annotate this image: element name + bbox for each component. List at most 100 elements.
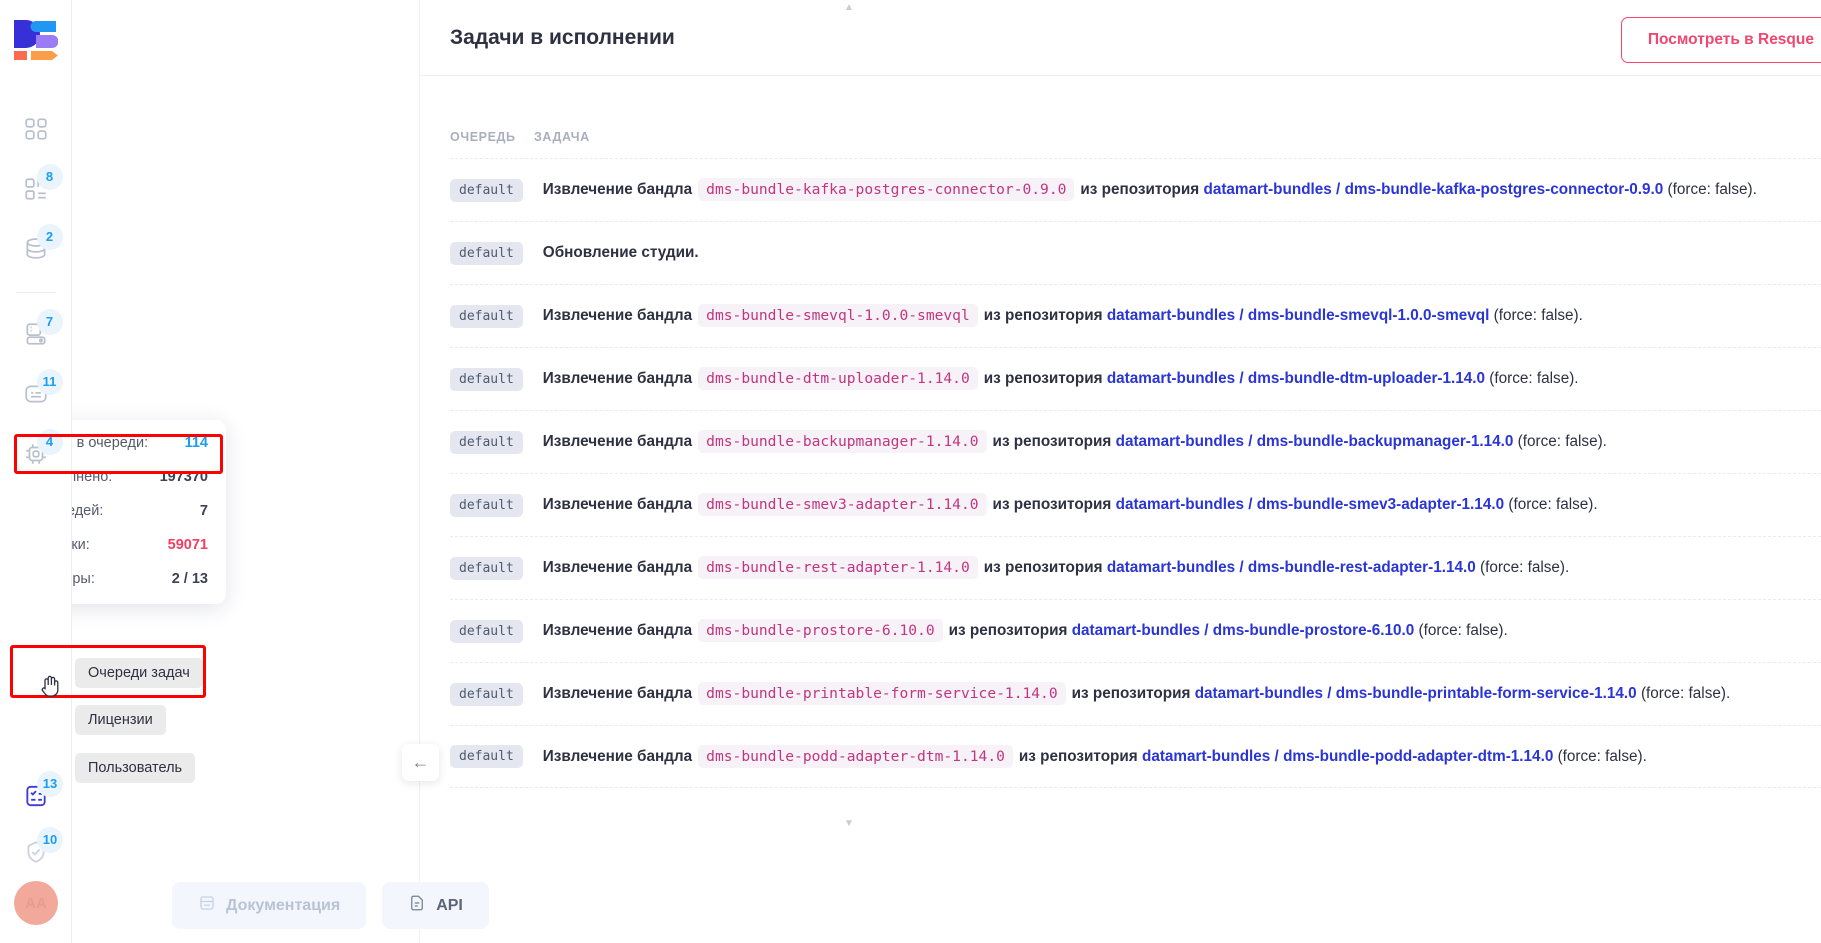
table-row[interactable]: defaultИзвлечение бандлаdms-bundle-kafka… [450,158,1821,221]
tasks-table: ОЧЕРЕДЬ ЗАДАЧА defaultИзвлечение бандлаd… [420,76,1821,788]
bundle-link[interactable]: dms-bundle-podd-adapter-dtm-1.14.0 [1283,748,1553,765]
modules-icon[interactable]: 8 [13,166,59,212]
bundle-link[interactable]: dms-bundle-rest-adapter-1.14.0 [1248,559,1476,576]
arrow-left-icon: ← [412,752,430,773]
bundle-code: dms-bundle-prostore-6.10.0 [698,619,942,642]
table-row[interactable]: default Обновление студии. [450,221,1821,284]
page-title: Задачи в исполнении [450,26,675,50]
queue-badge: default [450,745,523,768]
repository-link[interactable]: datamart-bundles [1107,370,1235,387]
stat-value: 7 [200,503,208,519]
modules-badge: 8 [37,164,63,190]
path-separator: / [1235,307,1248,324]
processor-icon[interactable]: 4 [13,431,59,477]
mouse-cursor [40,672,64,703]
table-row[interactable]: defaultИзвлечение бандлаdms-bundle-print… [450,662,1821,725]
view-in-resque-button[interactable]: Посмотреть в Resque [1621,17,1821,63]
from-repository-label: из репозитория [993,433,1112,450]
path-separator: / [1323,685,1336,702]
queue-badge: default [450,683,523,706]
task-description: Извлечение бандла dms-bundle-smev3-adapte… [543,496,1598,514]
documentation-button[interactable]: Документация [172,882,366,929]
task-description: Извлечение бандлаdms-bundle-smevql-1.0.0… [543,307,1583,325]
messages-badge: 11 [37,369,63,395]
footer-doc-bar: Документация API [172,882,489,929]
task-action: Извлечение бандла [543,622,692,639]
repository-link[interactable]: datamart-bundles [1072,622,1200,639]
processor-badge: 4 [37,429,63,455]
table-row[interactable]: default Извлечение бандлаdms-bundle-dtm-u… [450,347,1821,410]
repository-link[interactable]: datamart-bundles [1203,181,1331,198]
avatar-initials: AA [25,895,47,912]
queue-badge: default [450,242,523,265]
bundle-link[interactable]: dms-bundle-dtm-uploader-1.14.0 [1248,370,1485,387]
book-icon [198,894,216,917]
task-description: Извлечение бандлаdms-bundle-backupmanage… [543,433,1607,451]
rail-primary-icons: 8 2 7 11 [13,106,59,491]
stat-value: 114 [185,435,208,451]
task-action: Обновление студии. [543,244,699,261]
from-repository-label: из репозитория [984,307,1103,324]
bundle-code: dms-bundle-smev3-adapter-1.14.0 [698,493,986,516]
bundle-link[interactable]: dms-bundle-printable-form-service-1.14.0 [1336,685,1637,702]
collapse-sidebar-button[interactable]: ← [402,744,439,781]
force-flag-text: (force: false). [1637,685,1731,702]
tooltip-task-queues: Очереди задач [75,658,203,688]
task-queues-icon[interactable]: 13 [13,773,59,819]
column-header-task: ЗАДАЧА [534,130,1821,144]
table-row[interactable]: defaultИзвлечение бандлаdms-bundle-rest-… [450,536,1821,599]
force-flag-text: (force: false). [1513,433,1607,450]
side-panel: Задач в очереди: 114 Выполнено: 197370 О… [72,0,420,943]
table-row[interactable]: default Извлечение бандлаdms-bundle-podd-… [450,725,1821,788]
table-row[interactable]: defaultИзвлечение бандлаdms-bundle-prost… [450,599,1821,662]
licenses-icon[interactable]: 10 [13,829,59,875]
bundle-link[interactable]: dms-bundle-smevql-1.0.0-smevql [1248,307,1489,324]
repository-link[interactable]: datamart-bundles [1195,685,1323,702]
task-description: Извлечение бандлаdms-bundle-podd-adapter… [543,748,1647,766]
force-flag-text: (force: false). [1485,370,1579,387]
task-action: Извлечение бандла [543,181,692,198]
app-root: 8 2 7 11 [0,0,1821,943]
repository-link[interactable]: datamart-bundles [1116,496,1244,513]
task-action: Извлечение бандла [543,496,692,513]
stat-value: 197370 [160,469,208,485]
scroll-up-indicator[interactable]: ▲ [844,2,854,13]
repository-link[interactable]: datamart-bundles [1116,433,1244,450]
queue-badge: default [450,431,523,454]
queue-badge: default [450,368,523,391]
task-description: Извлечение бандла dms-bundle-kafka-postgr… [543,181,1757,199]
api-button[interactable]: API [382,882,489,929]
datamart-studio-logo[interactable] [14,20,58,60]
bundle-link[interactable]: dms-bundle-kafka-postgres-connector-0.9.… [1345,181,1664,198]
task-description: Обновление студии. [543,244,699,262]
main-header: Задачи в исполнении Посмотреть в Resque [420,0,1821,76]
task-description: Извлечение бандла dms-bundle-prostore-6.1… [543,622,1508,640]
rail-bottom-icons: 13 10 AA [0,773,72,943]
server-icon[interactable]: 7 [13,311,59,357]
task-action: Извлечение бандла [543,559,692,576]
queue-badge: default [450,494,523,517]
bundle-code: dms-bundle-kafka-postgres-connector-0.9.… [698,178,1074,201]
table-row[interactable]: default Извлечение бандла dms-bundle-smev3… [450,473,1821,536]
table-header-row: ОЧЕРЕДЬ ЗАДАЧА [450,76,1821,158]
from-repository-label: из репозитория [1072,685,1191,702]
task-description: Извлечение бандлаdms-bundle-dtm-uploader… [543,370,1579,388]
bundle-link[interactable]: dms-bundle-prostore-6.10.0 [1213,622,1414,639]
repository-link[interactable]: datamart-bundles [1142,748,1270,765]
documentation-label: Документация [226,897,340,915]
avatar[interactable]: AA [14,881,58,925]
scroll-down-indicator[interactable]: ▼ [844,818,854,829]
repository-link[interactable]: datamart-bundles [1107,307,1235,324]
force-flag-text: (force: false). [1489,307,1583,324]
table-row[interactable]: defaultИзвлечение бандлаdms-bundle-smevq… [450,284,1821,347]
table-row[interactable]: default Извлечение бандлаdms-bundle-backu… [450,410,1821,473]
database-icon[interactable]: 2 [13,226,59,272]
bundle-code: dms-bundle-printable-form-service-1.14.0 [698,682,1065,705]
path-separator: / [1270,748,1283,765]
messages-icon[interactable]: 11 [13,371,59,417]
bundle-link[interactable]: dms-bundle-smev3-adapter-1.14.0 [1257,496,1504,513]
apps-grid-icon[interactable] [13,106,59,152]
bundle-link[interactable]: dms-bundle-backupmanager-1.14.0 [1257,433,1514,450]
repository-link[interactable]: datamart-bundles [1107,559,1235,576]
bundle-code: dms-bundle-smevql-1.0.0-smevql [698,304,978,327]
